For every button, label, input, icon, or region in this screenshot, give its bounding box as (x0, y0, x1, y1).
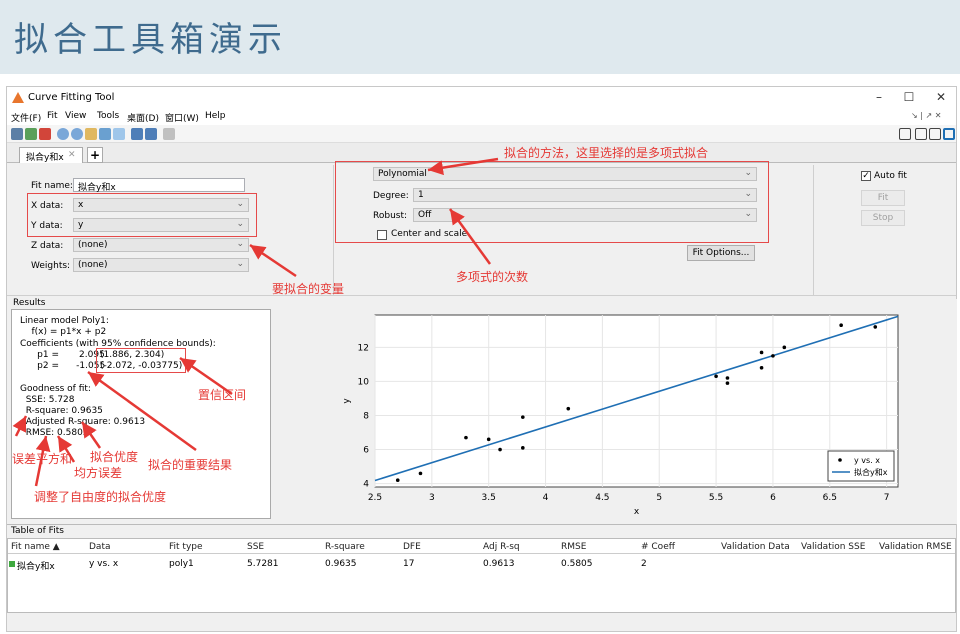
arrow-degree (448, 208, 492, 265)
annotation-method: 拟合的方法，这里选择的是多项式拟合 (504, 146, 709, 160)
annotation-rmse: 均方误差 (74, 466, 123, 480)
arrow-vars (249, 243, 297, 278)
annotation-important: 拟合的重要结果 (148, 458, 233, 472)
annotation-sse: 误差平方和 (12, 452, 73, 466)
annotation-arrows (12, 157, 499, 487)
arrow-sse (12, 415, 28, 437)
annotation-vars: 要拟合的变量 (272, 282, 345, 296)
annotation-rsquare: 拟合优度 (90, 450, 139, 464)
arrow-method (427, 157, 499, 176)
annotation-ci: 置信区间 (198, 388, 247, 402)
annotation-adj-rsquare: 调整了自由度的拟合优度 (34, 490, 167, 504)
arrow-important (87, 370, 197, 452)
arrow-rsquare (80, 421, 102, 449)
annotation-degree: 多项式的次数 (456, 270, 529, 284)
